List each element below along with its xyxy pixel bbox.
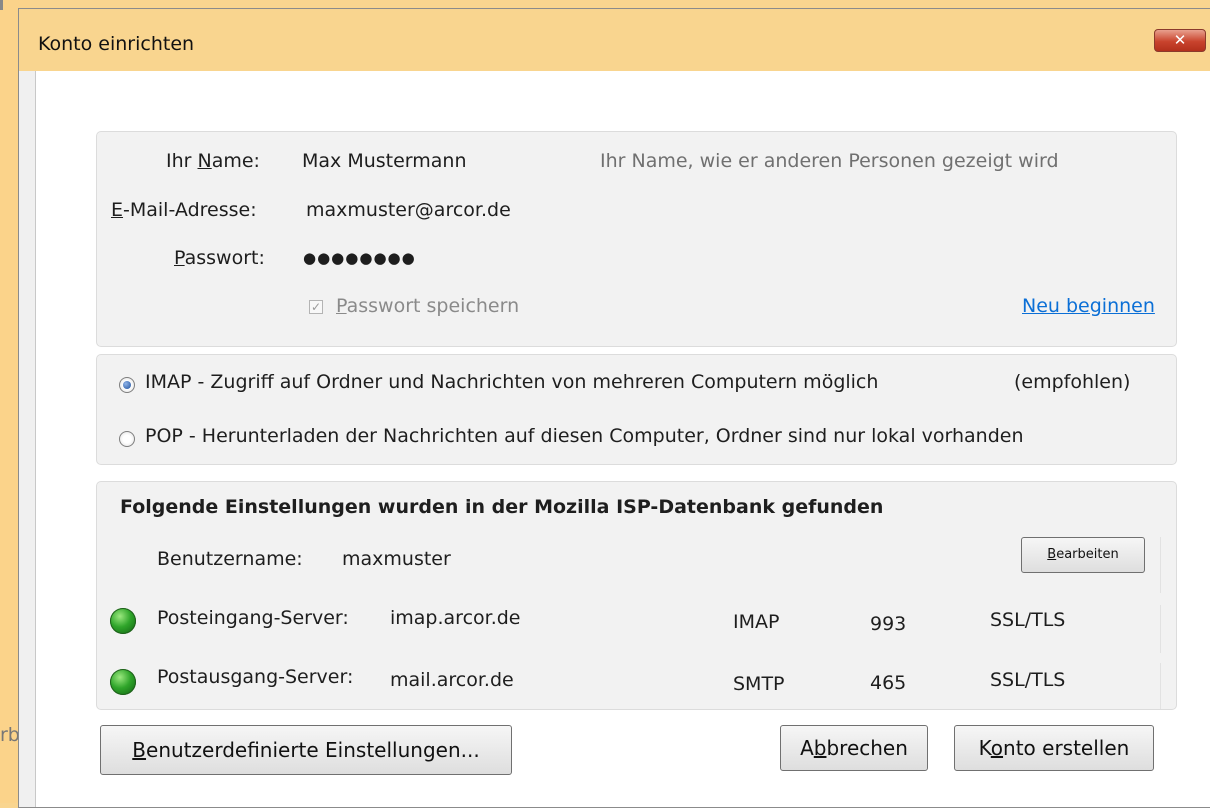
save-password-checkbox[interactable]: ✓ [309, 300, 323, 314]
imap-radio[interactable] [119, 377, 135, 393]
incoming-status-icon [110, 608, 136, 634]
username-value: maxmuster [342, 548, 451, 570]
divider [1160, 663, 1161, 709]
isp-heading: Folgende Einstellungen wurden in der Moz… [120, 496, 884, 518]
edit-button[interactable]: Bearbeiten [1021, 537, 1145, 573]
incoming-server-label: Posteingang-Server: [157, 607, 349, 629]
save-password-label[interactable]: Passwort speichern [336, 295, 519, 317]
outgoing-server-host: mail.arcor.de [390, 669, 514, 691]
name-hint: Ihr Name, wie er anderen Personen gezeig… [600, 150, 1059, 172]
name-label: Ihr Name: [166, 150, 260, 172]
outgoing-port: 465 [870, 672, 907, 694]
restart-link[interactable]: Neu beginnen [1022, 295, 1155, 317]
create-account-button[interactable]: Konto erstellen [954, 725, 1154, 771]
incoming-port: 993 [870, 613, 907, 635]
divider [1160, 605, 1161, 653]
close-icon: ✕ [1173, 31, 1187, 49]
advanced-settings-button[interactable]: Benutzerdefinierte Einstellungen... [100, 725, 512, 775]
close-button[interactable]: ✕ [1154, 29, 1206, 52]
password-field[interactable]: ●●●●●●●● [303, 249, 416, 267]
cancel-button[interactable]: Abbrechen [780, 725, 928, 771]
incoming-protocol: IMAP [733, 611, 780, 633]
dialog-title: Konto einrichten [38, 33, 195, 55]
checkmark-icon: ✓ [310, 300, 322, 314]
outgoing-protocol: SMTP [733, 673, 785, 695]
background-window-edge [0, 0, 3, 10]
username-label: Benutzername: [157, 548, 303, 570]
password-label: Passwort: [174, 247, 265, 269]
background-window-text: rb [0, 724, 20, 746]
incoming-server-host: imap.arcor.de [390, 607, 521, 629]
name-field[interactable]: Max Mustermann [302, 150, 467, 172]
email-label: E-Mail-Adresse: [111, 199, 257, 221]
divider [1160, 537, 1161, 593]
outgoing-status-icon [110, 669, 136, 695]
incoming-security: SSL/TLS [990, 609, 1066, 631]
imap-recommended-note: (empfohlen) [1014, 371, 1131, 393]
outgoing-server-label: Postausgang-Server: [157, 666, 354, 688]
imap-option-label[interactable]: IMAP - Zugriff auf Ordner und Nachrichte… [145, 371, 878, 393]
dialog-title-bar[interactable]: Konto einrichten ✕ [19, 9, 1210, 71]
email-field[interactable]: maxmuster@arcor.de [306, 199, 511, 221]
dialog-content: Ihr Name: Max Mustermann Ihr Name, wie e… [35, 71, 1210, 807]
pop-radio[interactable] [119, 431, 135, 447]
account-setup-dialog: Konto einrichten ✕ Ihr Name: Max Musterm… [18, 8, 1210, 808]
pop-option-label[interactable]: POP - Herunterladen der Nachrichten auf … [145, 425, 1024, 447]
outgoing-security: SSL/TLS [990, 669, 1066, 691]
